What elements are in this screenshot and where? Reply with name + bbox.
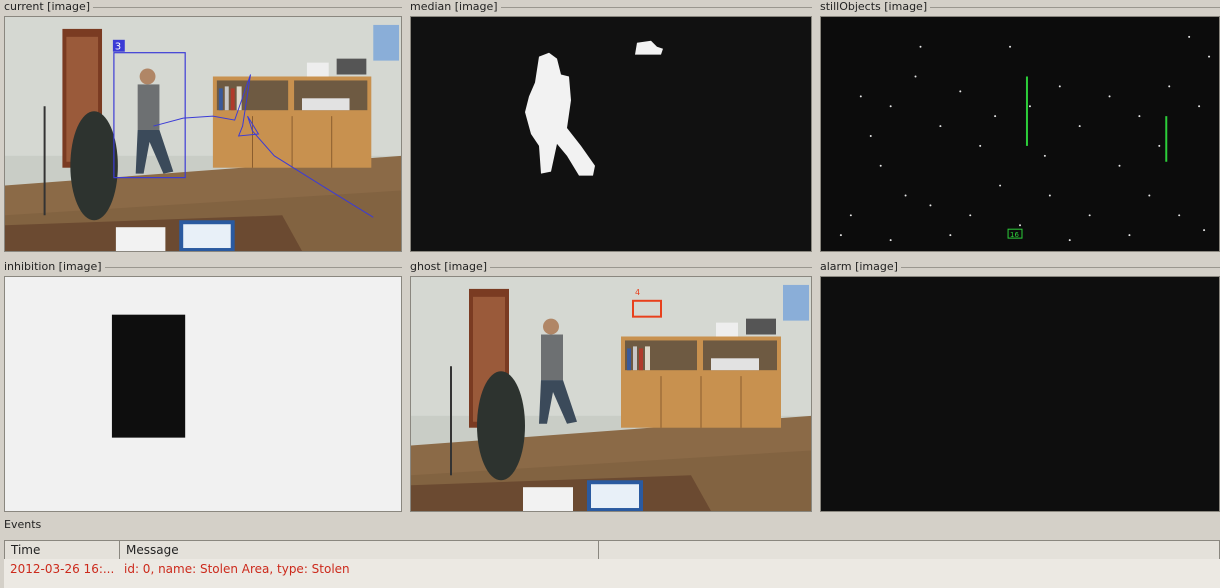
panel-alarm: alarm [image] bbox=[820, 260, 1220, 512]
column-header-message[interactable]: Message bbox=[120, 541, 599, 559]
panel-median: median [image] bbox=[410, 0, 812, 252]
events-group: Events Time Message 2012-03-26 16:... id… bbox=[0, 516, 1220, 588]
median-image bbox=[410, 16, 812, 252]
column-header-time[interactable]: Time bbox=[5, 541, 120, 559]
ghost-box-label: 4 bbox=[635, 288, 640, 297]
inhibition-mask bbox=[111, 314, 186, 438]
event-time: 2012-03-26 16:... bbox=[10, 562, 115, 576]
panel-title-ghost: ghost [image] bbox=[410, 260, 491, 273]
panel-title-inhibition: inhibition [image] bbox=[4, 260, 105, 273]
panel-ghost: ghost [image] 4 bbox=[410, 260, 812, 512]
panel-current: current [image] 3 bbox=[4, 0, 402, 252]
alarm-image bbox=[820, 276, 1220, 512]
ghost-image: 4 bbox=[410, 276, 812, 512]
events-table-header: Time Message bbox=[4, 540, 1220, 560]
current-image: 3 bbox=[4, 16, 402, 252]
panel-title-median: median [image] bbox=[410, 0, 501, 13]
panel-title-alarm: alarm [image] bbox=[820, 260, 901, 273]
column-header-spacer bbox=[599, 541, 1219, 559]
panel-title-current: current [image] bbox=[4, 0, 94, 13]
event-message: id: 0, name: Stolen Area, type: Stolen bbox=[124, 562, 350, 576]
still-box-label: 16 bbox=[1010, 231, 1019, 239]
panel-inhibition: inhibition [image] bbox=[4, 260, 402, 512]
panel-title-stillobjects: stillObjects [image] bbox=[820, 0, 931, 13]
inhibition-image bbox=[4, 276, 402, 512]
events-table-body[interactable]: 2012-03-26 16:... id: 0, name: Stolen Ar… bbox=[4, 559, 1220, 588]
track-id-label: 3 bbox=[115, 42, 121, 53]
stillobjects-image: 16 bbox=[820, 16, 1220, 252]
table-row[interactable]: 2012-03-26 16:... id: 0, name: Stolen Ar… bbox=[4, 559, 1220, 579]
events-title: Events bbox=[4, 518, 42, 531]
panel-stillobjects: stillObjects [image] 16 bbox=[820, 0, 1220, 252]
